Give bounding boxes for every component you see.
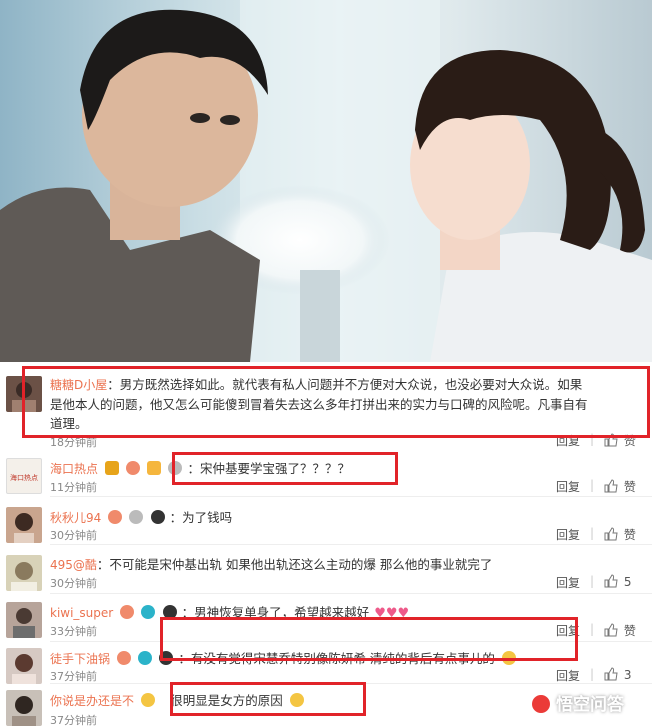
thumbs-up-icon	[604, 574, 618, 588]
thumbs-up-icon	[604, 479, 618, 493]
like-count: 5	[623, 575, 632, 589]
badge-icon	[108, 510, 123, 524]
comment-time: 33分钟前	[50, 625, 97, 638]
avatar[interactable]	[6, 555, 42, 591]
comment-text: ：为了钱吗	[169, 510, 233, 525]
comment-list: 糖糖D小屋：男方既然选择如此。就代表有私人问题并不方便对大众说，也没必要对大众说…	[0, 362, 652, 727]
badge-icon	[129, 510, 144, 524]
comment-header: 495@酷：不可能是宋仲基出轨 如果他出轨还这么主动的爆 那么他的事业就完了	[50, 554, 492, 573]
avatar[interactable]	[6, 507, 42, 543]
reply-button[interactable]: 回复	[556, 526, 580, 543]
comment-time: 37分钟前	[50, 714, 97, 727]
reply-button[interactable]: 回复	[556, 478, 580, 495]
like-button[interactable]: 赞	[604, 526, 636, 543]
reply-button[interactable]: 回复	[556, 667, 580, 684]
highlight-box	[172, 452, 398, 485]
separator: |	[590, 667, 595, 681]
watermark-text: 悟空问答	[556, 695, 624, 715]
divider	[50, 593, 652, 594]
list-item: 495@酷：不可能是宋仲基出轨 如果他出轨还这么主动的爆 那么他的事业就完了 3…	[0, 547, 652, 594]
reply-button[interactable]: 回复	[556, 574, 580, 591]
divider	[50, 544, 652, 545]
like-button[interactable]: 3	[604, 667, 631, 682]
comment-time: 30分钟前	[50, 577, 97, 590]
username[interactable]: 徒手下油锅	[50, 652, 110, 666]
like-label: 赞	[623, 528, 636, 542]
comment-time: 30分钟前	[50, 529, 97, 542]
like-count: 3	[623, 668, 632, 682]
comment-text: ：不可能是宋仲基出轨 如果他出轨还这么主动的爆 那么他的事业就完了	[96, 557, 493, 572]
badge-icon	[120, 605, 135, 619]
emoji-icon	[141, 693, 156, 707]
highlight-box	[160, 617, 578, 661]
list-item: 秋秋儿94 ：为了钱吗 30分钟前 回复 | 赞	[0, 499, 652, 545]
panda-icon	[150, 510, 165, 524]
like-label: 赞	[623, 624, 636, 638]
watermark: 悟空问答	[530, 690, 652, 727]
username[interactable]: 秋秋儿94	[50, 511, 101, 525]
avatar-text: 海口热点	[10, 473, 38, 482]
username[interactable]: 你说是办还是不	[50, 694, 134, 708]
username[interactable]: 495@酷	[50, 558, 97, 572]
username[interactable]: kiwi_super	[50, 606, 113, 620]
verified-icon	[105, 461, 120, 475]
like-label: 赞	[623, 480, 636, 494]
separator: |	[590, 622, 595, 636]
badge-icon	[117, 651, 132, 665]
thumbs-up-icon	[604, 623, 618, 637]
like-button[interactable]: 赞	[604, 478, 636, 495]
separator: |	[590, 478, 595, 492]
avatar[interactable]	[6, 690, 42, 726]
avatar[interactable]: 海口热点	[6, 458, 42, 494]
highlight-box	[22, 366, 650, 438]
separator: |	[590, 526, 595, 540]
wukong-logo-icon	[530, 693, 552, 715]
badge-icon	[147, 461, 162, 475]
username[interactable]: 海口热点	[50, 462, 98, 476]
comment-time: 11分钟前	[50, 481, 97, 494]
drama-still-image	[0, 0, 652, 362]
eye-icon	[141, 605, 156, 619]
eye-icon	[138, 651, 153, 665]
like-button[interactable]: 赞	[604, 622, 636, 639]
comment-header: 秋秋儿94 ：为了钱吗	[50, 507, 232, 526]
thumbs-up-icon	[604, 667, 618, 681]
avatar[interactable]	[6, 602, 42, 638]
comment-time: 37分钟前	[50, 670, 97, 683]
divider	[50, 496, 652, 497]
avatar[interactable]	[6, 648, 42, 684]
header-photo	[0, 0, 652, 362]
badge-icon	[126, 461, 141, 475]
highlight-box	[170, 682, 366, 716]
thumbs-up-icon	[604, 527, 618, 541]
like-button[interactable]: 5	[604, 574, 631, 589]
separator: |	[590, 574, 595, 588]
